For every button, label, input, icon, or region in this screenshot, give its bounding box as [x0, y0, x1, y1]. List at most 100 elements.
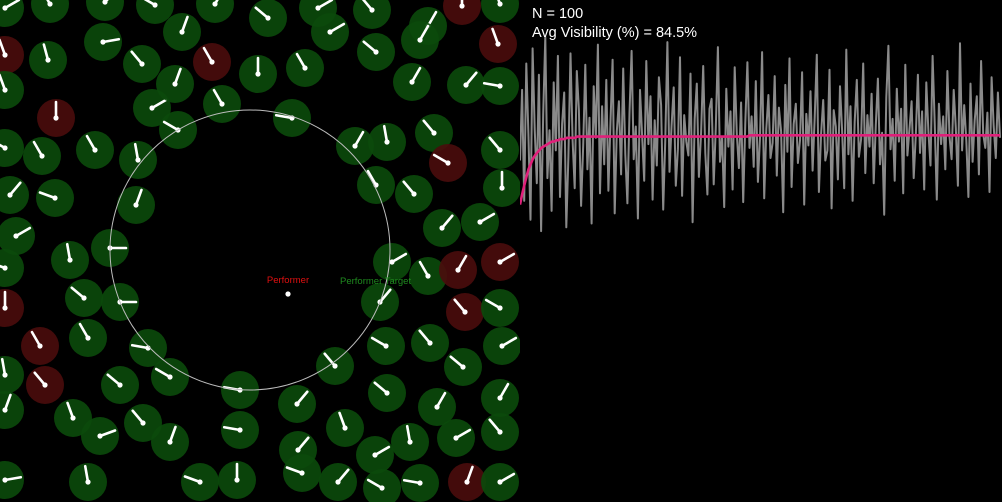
agent-visible [86, 0, 124, 21]
agent-position-dot [495, 41, 501, 47]
performer-marker [285, 291, 291, 297]
agent-visible [0, 176, 29, 214]
agent-position-dot [439, 225, 445, 231]
agent-visible [196, 0, 234, 23]
agent-blocked [21, 327, 59, 365]
agent-position-dot [335, 479, 341, 485]
agent-visible [411, 324, 449, 362]
agent-position-dot [2, 407, 8, 413]
agent-visible [316, 347, 354, 385]
agent-position-dot [37, 343, 43, 349]
agent-visible [481, 463, 519, 501]
agent-visible [368, 123, 406, 161]
agent-visible [393, 63, 431, 101]
agent-position-dot [463, 82, 469, 88]
agent-position-dot [2, 145, 8, 151]
agent-position-dot [85, 479, 91, 485]
agent-position-dot [384, 390, 390, 396]
agent-visible [368, 374, 406, 412]
agent-visible [391, 423, 429, 461]
agent-visible [357, 166, 395, 204]
agent-blocked [446, 293, 484, 331]
agent-position-dot [139, 61, 145, 67]
agent-position-dot [455, 267, 461, 273]
agent-visible [401, 21, 439, 59]
agent-position-dot [13, 233, 19, 239]
agent-position-dot [497, 305, 503, 311]
agent-position-dot [417, 480, 423, 486]
agent-position-dot [92, 147, 98, 153]
agent-visible [283, 454, 321, 492]
agent-position-dot [462, 309, 468, 315]
agent-position-dot [67, 257, 73, 263]
average-visibility-text: Avg Visibility (%) = 84.5% [532, 25, 698, 41]
agent-visible [221, 411, 259, 449]
agent-visible [181, 463, 219, 501]
agent-visible [0, 249, 24, 287]
agent-visible [481, 67, 519, 105]
agent-visible [273, 99, 311, 137]
agent-visible [23, 137, 61, 175]
agent-position-dot [2, 265, 8, 271]
agent-blocked [439, 251, 477, 289]
agent-position-dot [237, 427, 243, 433]
agent-blocked [0, 36, 24, 74]
agent-blocked [479, 25, 517, 63]
agent-body [0, 176, 29, 214]
agent-position-dot [497, 259, 503, 265]
agent-visible [311, 13, 349, 51]
agent-visible [481, 413, 519, 451]
agent-position-dot [434, 404, 440, 410]
crowd-simulation-panel: Performer Performer Target [0, 0, 520, 502]
agent-visible [239, 55, 277, 93]
agent-position-dot [2, 87, 8, 93]
agent-visible [481, 131, 519, 169]
agent-visible [483, 327, 520, 365]
agent-position-dot [497, 1, 503, 7]
agent-position-dot [100, 39, 106, 45]
statistics-panel: N = 100 Avg Visibility (%) = 84.5% [520, 0, 1002, 502]
agent-position-dot [39, 153, 45, 159]
agent-position-dot [2, 372, 8, 378]
agent-visible [36, 179, 74, 217]
performer-label: Performer [267, 275, 309, 286]
agent-position-dot [219, 101, 225, 107]
agent-visible [218, 461, 256, 499]
agent-position-dot [2, 477, 8, 483]
agent-visible [481, 379, 519, 417]
agent-visible [483, 169, 520, 207]
agent-position-dot [45, 57, 51, 63]
agent-blocked [448, 463, 486, 501]
agent-position-dot [389, 259, 395, 265]
agent-position-dot [179, 29, 185, 35]
agent-position-dot [369, 7, 375, 13]
agent-visible [0, 356, 24, 394]
agent-position-dot [70, 415, 76, 421]
agent-visible [356, 436, 394, 474]
agent-position-dot [425, 273, 431, 279]
agent-visible [0, 71, 24, 109]
agent-position-dot [294, 401, 300, 407]
agent-position-dot [497, 429, 503, 435]
agent-position-dot [499, 185, 505, 191]
agent-visible [286, 49, 324, 87]
agent-visible [461, 203, 499, 241]
agent-visible [69, 463, 107, 501]
agent-position-dot [315, 5, 321, 11]
agent-visible [481, 289, 519, 327]
agent-position-dot [152, 2, 158, 8]
agent-position-dot [445, 160, 451, 166]
agent-position-dot [133, 202, 139, 208]
agent-visible [447, 66, 485, 104]
agent-visible [249, 0, 287, 37]
agent-position-dot [295, 447, 301, 453]
agent-position-dot [7, 192, 13, 198]
agent-position-dot [383, 343, 389, 349]
agent-visible [29, 41, 67, 79]
agent-position-dot [2, 52, 8, 58]
agent-position-dot [460, 364, 466, 370]
agent-position-dot [255, 71, 261, 77]
agent-position-dot [81, 295, 87, 301]
agents-layer [0, 0, 520, 502]
chart-series-group [520, 36, 1001, 233]
